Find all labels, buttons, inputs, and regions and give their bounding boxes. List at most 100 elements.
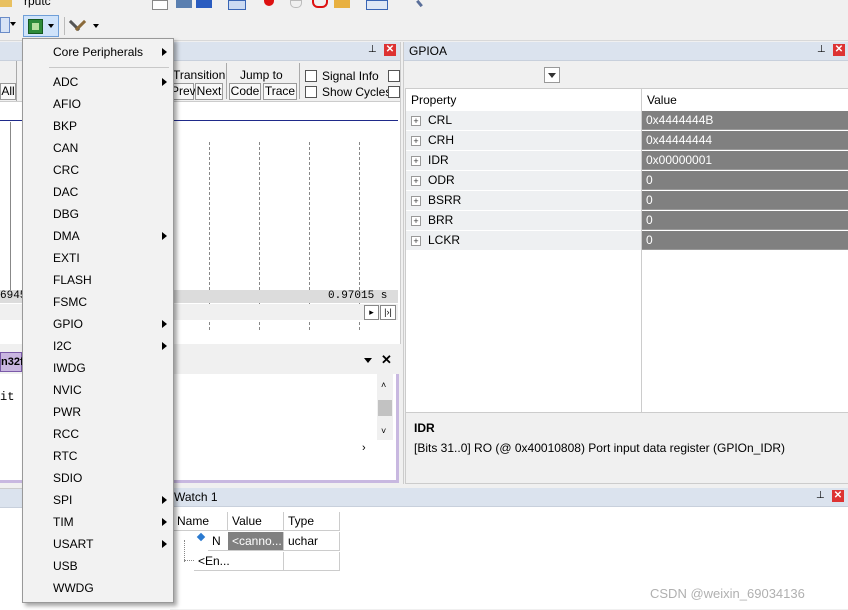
menu-item-fsmc[interactable]: FSMC bbox=[23, 291, 173, 313]
pin-icon[interactable]: ⊥ bbox=[817, 45, 827, 55]
register-row[interactable]: + CRL 0x4444444B bbox=[406, 111, 848, 131]
show-cycles-checkbox[interactable] bbox=[305, 86, 317, 98]
scroll-thumb[interactable] bbox=[378, 400, 392, 416]
value-column-header[interactable]: Value bbox=[228, 512, 284, 531]
close-icon[interactable]: ✕ bbox=[833, 44, 845, 56]
register-name-cell: + ODR bbox=[406, 171, 641, 191]
empty-value-cell[interactable] bbox=[228, 552, 284, 571]
enter-expression-cell[interactable]: <En... bbox=[194, 552, 230, 571]
menu-item-rtc[interactable]: RTC bbox=[23, 445, 173, 467]
menu-item-dma[interactable]: DMA bbox=[23, 225, 173, 247]
menu-item-flash[interactable]: FLASH bbox=[23, 269, 173, 291]
expand-icon[interactable]: + bbox=[411, 156, 421, 166]
type-column-header[interactable]: Type bbox=[284, 512, 340, 531]
kill-breakpoint-icon[interactable] bbox=[312, 0, 328, 8]
menu-item-dbg[interactable]: DBG bbox=[23, 203, 173, 225]
menu-item-usb[interactable]: USB bbox=[23, 555, 173, 577]
menu-item-usart[interactable]: USART bbox=[23, 533, 173, 555]
window-layout-icon[interactable] bbox=[366, 0, 388, 10]
expand-icon[interactable]: + bbox=[411, 216, 421, 226]
expand-icon[interactable]: + bbox=[411, 236, 421, 246]
menu-item-nvic[interactable]: NVIC bbox=[23, 379, 173, 401]
scroll-right-icon[interactable]: › bbox=[362, 442, 366, 454]
description-title: IDR bbox=[414, 421, 435, 435]
jump-code-button[interactable]: Code bbox=[229, 83, 261, 100]
folder-icon[interactable] bbox=[0, 0, 12, 7]
menu-item-core-peripherals[interactable]: Core Peripherals bbox=[23, 41, 173, 63]
register-row[interactable]: + BSRR 0 bbox=[406, 191, 848, 211]
scroll-up-icon[interactable]: ˄ bbox=[381, 380, 386, 390]
all-button[interactable]: All bbox=[0, 83, 16, 100]
menu-item-tim[interactable]: TIM bbox=[23, 511, 173, 533]
close-icon[interactable]: ✕ bbox=[381, 352, 392, 368]
menu-item-can[interactable]: CAN bbox=[23, 137, 173, 159]
menu-item-iwdg[interactable]: IWDG bbox=[23, 357, 173, 379]
pin-icon[interactable]: ⊥ bbox=[368, 45, 378, 55]
watch-variable-name[interactable]: N bbox=[208, 532, 228, 551]
clear-breakpoints-icon[interactable] bbox=[334, 0, 350, 8]
menu-item-dac[interactable]: DAC bbox=[23, 181, 173, 203]
expand-icon[interactable]: + bbox=[411, 196, 421, 206]
menu-item-rcc[interactable]: RCC bbox=[23, 423, 173, 445]
pin-icon[interactable]: ⊥ bbox=[816, 491, 826, 501]
download-icon[interactable] bbox=[196, 0, 212, 8]
menu-item-i2c[interactable]: I2C bbox=[23, 335, 173, 357]
signal-info-checkbox[interactable] bbox=[305, 70, 317, 82]
register-value[interactable]: 0 bbox=[642, 171, 848, 190]
vertical-scrollbar[interactable]: ˄ ˅ bbox=[377, 374, 393, 440]
gpio-panel-header: GPIOA ⊥ ✕ bbox=[404, 42, 848, 61]
chevron-down-icon[interactable] bbox=[364, 358, 372, 363]
register-name-cell: + LCKR bbox=[406, 231, 641, 251]
menu-item-pwr[interactable]: PWR bbox=[23, 401, 173, 423]
menu-item-bkp[interactable]: BKP bbox=[23, 115, 173, 137]
register-value[interactable]: 0 bbox=[642, 231, 848, 250]
register-row[interactable]: + ODR 0 bbox=[406, 171, 848, 191]
extra-checkbox[interactable] bbox=[388, 86, 400, 98]
menu-item-adc[interactable]: ADC bbox=[23, 71, 173, 93]
close-icon[interactable]: ✕ bbox=[384, 44, 396, 56]
name-column-header[interactable]: Name bbox=[173, 512, 228, 531]
view-window-icon[interactable] bbox=[0, 17, 10, 33]
menu-item-afio[interactable]: AFIO bbox=[23, 93, 173, 115]
register-row[interactable]: + CRH 0x44444444 bbox=[406, 131, 848, 151]
debug-icon[interactable] bbox=[228, 0, 246, 10]
tools-icon[interactable] bbox=[68, 17, 88, 33]
watch-variable-value[interactable]: <canno... bbox=[228, 532, 284, 551]
expand-icon[interactable]: + bbox=[411, 176, 421, 186]
gpio-view-dropdown[interactable] bbox=[544, 67, 560, 83]
register-value[interactable]: 0 bbox=[642, 211, 848, 230]
wrench-icon[interactable] bbox=[412, 0, 428, 8]
jump-trace-button[interactable]: Trace bbox=[263, 83, 297, 100]
menu-item-sdio[interactable]: SDIO bbox=[23, 467, 173, 489]
close-icon[interactable]: ✕ bbox=[832, 490, 844, 502]
scroll-down-icon[interactable]: ˅ bbox=[381, 426, 386, 436]
menu-item-exti[interactable]: EXTI bbox=[23, 247, 173, 269]
menu-item-wwdg[interactable]: WWDG bbox=[23, 577, 173, 599]
options-icon[interactable] bbox=[176, 0, 192, 8]
menu-item-spi[interactable]: SPI bbox=[23, 489, 173, 511]
register-row[interactable]: + IDR 0x00000001 bbox=[406, 151, 848, 171]
menu-item-gpio[interactable]: GPIO bbox=[23, 313, 173, 335]
register-value[interactable]: 0x4444444B bbox=[642, 111, 848, 130]
property-grid-header: Property Value bbox=[406, 89, 848, 412]
chevron-down-icon[interactable] bbox=[93, 24, 99, 28]
target-dropdown-button[interactable] bbox=[152, 0, 168, 10]
chevron-down-icon[interactable] bbox=[10, 22, 16, 26]
disable-breakpoint-icon[interactable] bbox=[290, 0, 302, 8]
scroll-end-icon[interactable]: |›| bbox=[380, 305, 396, 320]
register-value[interactable]: 0 bbox=[642, 191, 848, 210]
extra-checkbox[interactable] bbox=[388, 70, 400, 82]
editor-tab[interactable]: n32f bbox=[0, 352, 24, 372]
register-row[interactable]: + BRR 0 bbox=[406, 211, 848, 231]
register-row[interactable]: + LCKR 0 bbox=[406, 231, 848, 251]
register-value[interactable]: 0x44444444 bbox=[642, 131, 848, 150]
menu-item-crc[interactable]: CRC bbox=[23, 159, 173, 181]
expand-icon[interactable]: + bbox=[411, 116, 421, 126]
system-viewer-button[interactable] bbox=[23, 15, 59, 37]
breakpoint-icon[interactable] bbox=[264, 0, 274, 6]
register-value[interactable]: 0x00000001 bbox=[642, 151, 848, 170]
menu-item-label: ADC bbox=[53, 75, 79, 89]
next-button[interactable]: Next bbox=[195, 83, 223, 100]
scroll-right-icon[interactable]: ▸ bbox=[364, 305, 379, 320]
expand-icon[interactable]: + bbox=[411, 136, 421, 146]
